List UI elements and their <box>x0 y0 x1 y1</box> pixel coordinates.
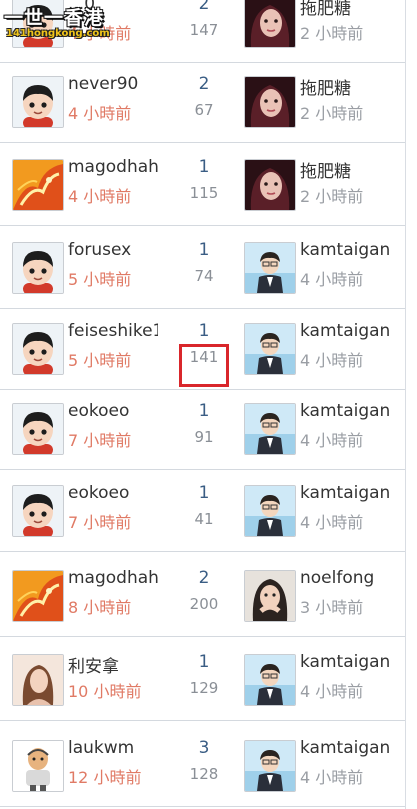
author-name[interactable]: magodhaha <box>68 157 158 177</box>
topic-row[interactable]: 利安拿 10 小時前 1 129 kamtaigan 4 小時前 <box>0 640 405 721</box>
author-avatar[interactable] <box>12 323 64 375</box>
topic-row[interactable]: magodhaha 8 小時前 2 200 noelfong 3 小時前 <box>0 556 405 637</box>
author-avatar[interactable] <box>12 740 64 792</box>
last-post-time: 4 小時前 <box>300 682 364 701</box>
author-name[interactable]: magodhaha <box>68 568 158 588</box>
author-post-time: 8 小時前 <box>68 598 132 617</box>
reply-count: 1 <box>198 652 210 672</box>
author-post-time: 7 小時前 <box>68 431 132 450</box>
topic-row[interactable]: laukwm 12 小時前 3 128 kamtaigan 4 小時前 <box>0 726 405 807</box>
author-post-time: 10 小時前 <box>68 682 142 701</box>
last-post-time: 2 小時前 <box>300 187 364 206</box>
author-avatar[interactable] <box>12 570 64 622</box>
author-name[interactable]: feiseshike1 <box>68 321 158 341</box>
last-post-time: 4 小時前 <box>300 768 364 787</box>
site-watermark-logo: 一世一香港 141hongkong.com <box>0 0 122 44</box>
reply-count: 3 <box>198 738 210 758</box>
view-count: 41 <box>194 510 214 528</box>
author-post-time: 4 小時前 <box>68 104 132 123</box>
last-poster-name[interactable]: noelfong <box>300 568 374 588</box>
author-post-time: 7 小時前 <box>68 513 132 532</box>
reply-count: 1 <box>198 483 210 503</box>
last-poster-name[interactable]: kamtaigan <box>300 401 390 421</box>
last-poster-avatar[interactable] <box>244 76 296 128</box>
reply-count: 2 <box>198 568 210 588</box>
reply-count: 1 <box>198 321 210 341</box>
watermark-site: 141hongkong.com <box>6 28 110 39</box>
topic-row[interactable]: eokoeo 7 小時前 1 41 kamtaigan 4 小時前 <box>0 471 405 552</box>
last-poster-avatar[interactable] <box>244 403 296 455</box>
last-post-time: 4 小時前 <box>300 513 364 532</box>
view-count: 115 <box>189 184 219 202</box>
highlight-box <box>179 344 229 387</box>
view-count: 200 <box>189 595 219 613</box>
view-count: 74 <box>194 267 214 285</box>
author-name[interactable]: eokoeo <box>68 483 158 503</box>
last-poster-avatar[interactable] <box>244 159 296 211</box>
topic-row[interactable]: eokoeo 7 小時前 1 91 kamtaigan 4 小時前 <box>0 389 405 470</box>
author-post-time: 5 小時前 <box>68 270 132 289</box>
author-avatar[interactable] <box>12 242 64 294</box>
watermark-title: 一世一香港 <box>4 7 105 29</box>
author-name[interactable]: never90 <box>68 74 158 94</box>
last-poster-name[interactable]: 拖肥糖 <box>300 0 351 19</box>
last-post-time: 2 小時前 <box>300 24 364 43</box>
reply-count: 1 <box>198 240 210 260</box>
last-poster-avatar[interactable] <box>244 485 296 537</box>
view-count: 147 <box>189 21 219 39</box>
author-avatar[interactable] <box>12 159 64 211</box>
last-poster-name[interactable]: 拖肥糖 <box>300 74 351 99</box>
reply-count: 1 <box>198 401 210 421</box>
last-post-time: 2 小時前 <box>300 104 364 123</box>
last-post-time: 4 小時前 <box>300 351 364 370</box>
view-count: 129 <box>189 679 219 697</box>
view-count: 128 <box>189 765 219 783</box>
last-poster-name[interactable]: kamtaigan <box>300 483 390 503</box>
author-post-time: 12 小時前 <box>68 768 142 787</box>
author-avatar[interactable] <box>12 485 64 537</box>
author-name[interactable]: eokoeo <box>68 401 158 421</box>
last-poster-avatar[interactable] <box>244 242 296 294</box>
topic-row[interactable]: forusex 5 小時前 1 74 kamtaigan 4 小時前 <box>0 228 405 309</box>
topic-row[interactable]: never90 4 小時前 2 67 拖肥糖 2 小時前 <box>0 62 405 143</box>
reply-count: 1 <box>198 157 210 177</box>
last-poster-name[interactable]: kamtaigan <box>300 738 390 758</box>
author-avatar[interactable] <box>12 76 64 128</box>
last-post-time: 4 小時前 <box>300 270 364 289</box>
last-poster-avatar[interactable] <box>244 0 296 48</box>
last-poster-name[interactable]: kamtaigan <box>300 240 390 260</box>
last-poster-name[interactable]: kamtaigan <box>300 652 390 672</box>
author-name[interactable]: forusex <box>68 240 158 260</box>
last-poster-name[interactable]: kamtaigan <box>300 321 390 341</box>
author-post-time: 4 小時前 <box>68 187 132 206</box>
last-poster-avatar[interactable] <box>244 654 296 706</box>
last-poster-avatar[interactable] <box>244 323 296 375</box>
last-poster-avatar[interactable] <box>244 740 296 792</box>
topic-row[interactable]: magodhaha 4 小時前 1 115 拖肥糖 2 小時前 <box>0 145 405 226</box>
author-name[interactable]: 利安拿 <box>68 652 158 677</box>
reply-count: 2 <box>198 74 210 94</box>
last-poster-avatar[interactable] <box>244 570 296 622</box>
author-avatar[interactable] <box>12 403 64 455</box>
last-poster-name[interactable]: 拖肥糖 <box>300 157 351 182</box>
topic-list: ...0 4 小時前 2 147 拖肥糖 2 小時前 never90 4 小時前 2 67 拖肥糖 2… <box>0 0 406 809</box>
last-post-time: 4 小時前 <box>300 431 364 450</box>
view-count: 91 <box>194 428 214 446</box>
author-post-time: 5 小時前 <box>68 351 132 370</box>
author-avatar[interactable] <box>12 654 64 706</box>
reply-count: 2 <box>198 0 210 14</box>
author-name[interactable]: laukwm <box>68 738 158 758</box>
last-post-time: 3 小時前 <box>300 598 364 617</box>
view-count: 67 <box>194 101 214 119</box>
